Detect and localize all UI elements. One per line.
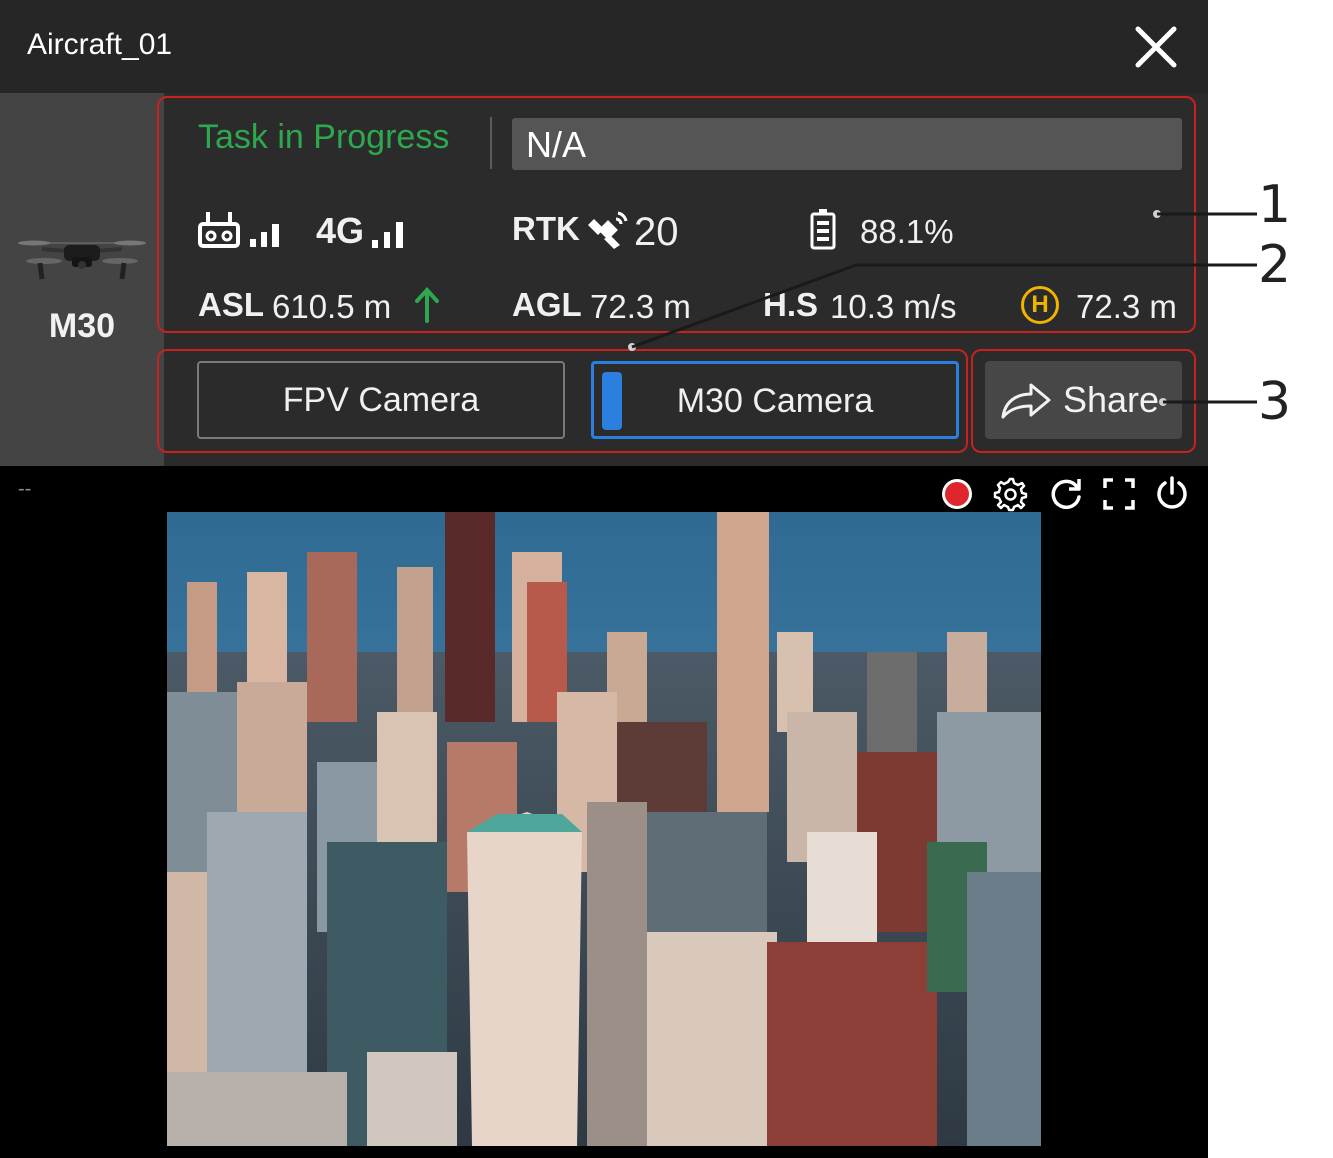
selected-indicator: [602, 372, 622, 430]
aircraft-model-panel[interactable]: M30: [0, 93, 164, 466]
asl-value: 610.5 m: [272, 288, 392, 325]
ascending-arrow-icon: [415, 287, 439, 323]
callout-number-3: 3: [1258, 372, 1292, 432]
asl-label: ASL: [198, 286, 264, 323]
drone-icon: [18, 240, 146, 280]
aircraft-model-label: M30: [48, 307, 116, 345]
hs-label: H.S: [763, 286, 819, 323]
network-type-label: 4G: [316, 210, 365, 251]
battery-level: 88.1%: [860, 213, 954, 250]
aircraft-window: Aircraft_01 M30 Task in Progress N/A 4G …: [0, 0, 1208, 1158]
agl-value: 72.3 m: [590, 288, 691, 325]
refresh-icon[interactable]: [1048, 477, 1084, 511]
share-label: Share: [1063, 379, 1160, 420]
home-distance-value: 72.3 m: [1076, 288, 1177, 325]
settings-gear-icon[interactable]: [992, 476, 1028, 512]
title-bar: Aircraft_01: [0, 0, 1208, 93]
network-signal-icon: [372, 222, 403, 248]
record-icon[interactable]: [940, 477, 974, 511]
power-icon[interactable]: [1154, 475, 1190, 511]
close-icon[interactable]: [1130, 21, 1182, 73]
task-name-field: N/A: [512, 118, 1182, 170]
video-feed-image: [167, 512, 1041, 1146]
agl-label: AGL: [512, 286, 582, 323]
tab-m30-camera-label: M30 Camera: [676, 382, 874, 420]
remote-controller-signal-icon: [198, 212, 279, 248]
tab-fpv-camera-label: FPV Camera: [282, 381, 480, 419]
video-status-placeholder: --: [18, 478, 32, 500]
rtk-satellite-count: 20: [634, 210, 679, 254]
task-status-label: Task in Progress: [198, 118, 450, 156]
share-button[interactable]: Share: [985, 361, 1182, 439]
home-point-icon: H: [1021, 286, 1059, 324]
divider: [490, 117, 492, 169]
share-icon: [1001, 383, 1051, 419]
fullscreen-icon[interactable]: [1102, 477, 1136, 511]
battery-icon: [810, 209, 836, 250]
tab-fpv-camera[interactable]: FPV Camera: [197, 361, 565, 439]
horizontal-speed-value: 10.3 m/s: [830, 288, 957, 325]
window-title: Aircraft_01: [27, 28, 173, 61]
callout-number-2: 2: [1258, 235, 1292, 295]
tab-m30-camera[interactable]: M30 Camera: [591, 361, 959, 439]
rtk-label: RTK: [512, 210, 580, 247]
satellite-icon: [588, 211, 628, 249]
callout-number-1: 1: [1258, 175, 1292, 235]
